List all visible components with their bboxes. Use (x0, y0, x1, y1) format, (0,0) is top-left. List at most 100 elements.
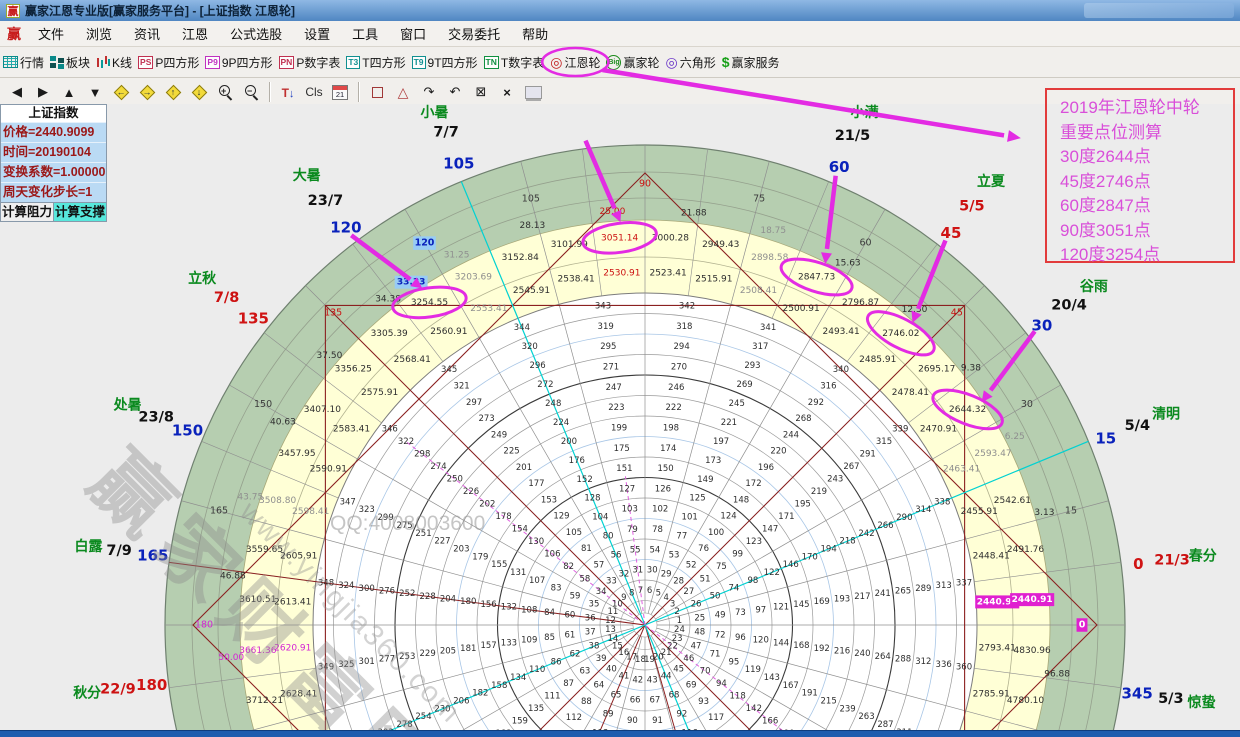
svg-text:349: 349 (318, 662, 334, 672)
svg-text:2796.87: 2796.87 (842, 298, 879, 308)
menu-item-3[interactable]: 资讯 (123, 24, 171, 43)
svg-text:2949.43: 2949.43 (702, 240, 739, 250)
toolbar-button-板块[interactable]: 板块 (50, 54, 90, 71)
svg-text:200: 200 (561, 437, 577, 447)
svg-text:265: 265 (895, 587, 911, 597)
nav-calendar-icon[interactable]: 21 (327, 81, 353, 103)
svg-text:33: 33 (606, 577, 617, 587)
nav-triangle-icon[interactable]: △ (390, 81, 416, 103)
svg-text:15: 15 (1095, 429, 1116, 447)
svg-text:166: 166 (762, 717, 778, 727)
svg-text:176: 176 (569, 456, 585, 466)
nav-up-icon[interactable]: ▲ (56, 81, 82, 103)
nav-forward-icon[interactable]: ▶ (30, 81, 56, 103)
nav-rotate-cw-icon[interactable]: ↷ (416, 81, 442, 103)
nav-dia-right-icon[interactable]: → (134, 81, 160, 103)
menu-logo-icon: 赢 (7, 24, 21, 44)
svg-text:193: 193 (834, 595, 850, 605)
svg-text:120: 120 (330, 219, 361, 237)
toolbar-button-六角形[interactable]: ◎六角形 (665, 54, 715, 71)
svg-text:6: 6 (647, 586, 652, 596)
svg-text:100: 100 (708, 528, 724, 538)
menu-item-6[interactable]: 设置 (293, 24, 341, 43)
svg-text:2530.91: 2530.91 (603, 268, 640, 278)
svg-text:317: 317 (752, 342, 768, 352)
nav-down-icon[interactable]: ▼ (82, 81, 108, 103)
nav-rotate-ccw-icon[interactable]: ↶ (442, 81, 468, 103)
toolbar-separator (269, 82, 270, 102)
svg-text:180: 180 (195, 620, 213, 631)
nav-dia-up-icon[interactable]: ↑ (160, 81, 186, 103)
svg-text:174: 174 (660, 444, 676, 454)
menu-item-1[interactable]: 文件 (27, 24, 75, 43)
svg-text:339: 339 (892, 425, 908, 435)
nav-screen-icon[interactable] (520, 81, 546, 103)
svg-text:264: 264 (875, 652, 891, 662)
nav-dia-down-icon[interactable]: ↓ (186, 81, 212, 103)
svg-text:159: 159 (512, 717, 528, 727)
toolbar-button-9P四方形[interactable]: P99P四方形 (205, 54, 272, 71)
menu-item-10[interactable]: 帮助 (511, 24, 559, 43)
svg-text:2542.61: 2542.61 (994, 496, 1031, 506)
svg-text:0: 0 (1133, 555, 1143, 573)
svg-text:112: 112 (566, 713, 582, 723)
svg-text:122: 122 (764, 568, 780, 578)
nav-square-icon[interactable] (364, 81, 390, 103)
svg-text:221: 221 (721, 418, 737, 428)
toolbar-button-T四方形[interactable]: T3T四方形 (346, 54, 405, 71)
calc-support-button[interactable]: 计算支撑 (54, 203, 106, 221)
svg-text:266: 266 (877, 521, 893, 531)
svg-text:243: 243 (827, 475, 843, 485)
nav-measure-icon[interactable]: T↓ (275, 81, 301, 103)
svg-text:20/4: 20/4 (1051, 297, 1087, 313)
menu-item-9[interactable]: 交易委托 (437, 24, 511, 43)
svg-text:43: 43 (647, 675, 658, 685)
toolbar-button-T数字表[interactable]: TNT数字表 (484, 54, 545, 71)
menu-item-7[interactable]: 工具 (341, 24, 389, 43)
svg-text:7/8: 7/8 (214, 290, 239, 306)
nav-fit-icon[interactable]: ⊠ (468, 81, 494, 103)
toolbar-label: P四方形 (155, 54, 199, 71)
toolbar-button-P四方形[interactable]: PSP四方形 (138, 54, 199, 71)
svg-text:197: 197 (713, 437, 729, 447)
svg-text:239: 239 (839, 704, 855, 714)
toolbar-button-9T四方形[interactable]: T99T四方形 (412, 54, 478, 71)
svg-text:7: 7 (638, 586, 643, 596)
toolbar-button-赢家轮[interactable]: Big赢家轮 (606, 54, 659, 71)
svg-text:181: 181 (460, 644, 476, 654)
nav-back-icon[interactable]: ◀ (4, 81, 30, 103)
toolbar-button-赢家服务[interactable]: $赢家服务 (722, 54, 780, 71)
menu-item-5[interactable]: 公式选股 (219, 24, 293, 43)
nav-zoom-in-icon[interactable]: + (212, 81, 238, 103)
svg-text:227: 227 (434, 537, 450, 547)
svg-text:处暑: 处暑 (113, 396, 142, 413)
window-title: 赢家江恩专业版[赢家服务平台] - [上证指数 江恩轮] (25, 2, 295, 19)
svg-text:301: 301 (359, 657, 375, 667)
calc-resistance-button[interactable]: 计算阻力 (1, 203, 54, 221)
nav-cls-icon[interactable]: Cls (301, 81, 327, 103)
svg-text:4: 4 (663, 593, 668, 603)
svg-text:251: 251 (415, 529, 431, 539)
svg-text:152: 152 (577, 475, 593, 485)
nav-zoom-out-icon[interactable]: − (238, 81, 264, 103)
svg-text:2605.91: 2605.91 (280, 552, 317, 562)
menu-item-8[interactable]: 窗口 (389, 24, 437, 43)
menu-item-4[interactable]: 江恩 (171, 24, 219, 43)
svg-text:21/5: 21/5 (835, 128, 871, 144)
svg-text:2491.76: 2491.76 (1007, 545, 1044, 555)
svg-text:293: 293 (744, 361, 760, 371)
toolbar-button-江恩轮[interactable]: ◎江恩轮 (550, 54, 600, 71)
toolbar-button-K线[interactable]: K线 (96, 54, 132, 71)
nav-shrink-icon[interactable]: × (494, 81, 520, 103)
nav-dia-left-icon[interactable]: ← (108, 81, 134, 103)
svg-text:312: 312 (915, 657, 931, 667)
toolbar-button-P数字表[interactable]: PNP数字表 (279, 54, 341, 71)
svg-text:195: 195 (795, 500, 811, 510)
svg-text:252: 252 (399, 589, 415, 599)
menu-item-2[interactable]: 浏览 (75, 24, 123, 43)
svg-text:30: 30 (1021, 399, 1033, 410)
toolbar-button-行情[interactable]: 行情 (3, 54, 44, 71)
svg-text:95: 95 (729, 657, 740, 667)
svg-text:58: 58 (579, 574, 590, 584)
svg-text:109: 109 (521, 636, 537, 646)
